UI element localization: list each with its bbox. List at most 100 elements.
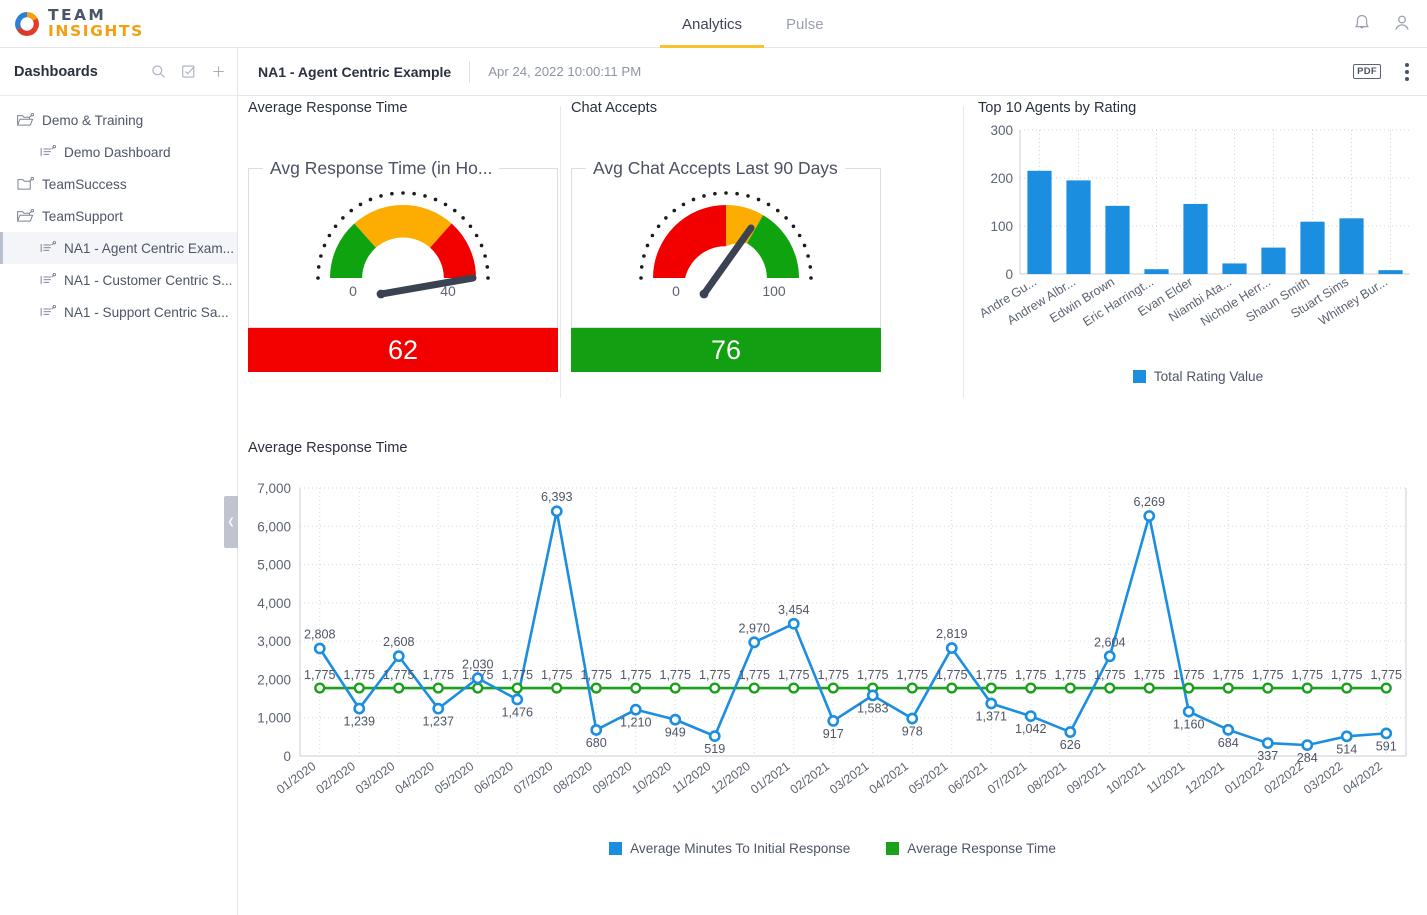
svg-text:03/2020: 03/2020 — [353, 759, 398, 797]
svg-text:6,000: 6,000 — [257, 519, 291, 534]
svg-text:1,775: 1,775 — [1212, 668, 1244, 682]
plus-icon[interactable] — [210, 63, 227, 80]
svg-text:11/2021: 11/2021 — [1144, 759, 1188, 796]
svg-text:1,775: 1,775 — [541, 668, 573, 682]
svg-text:1,775: 1,775 — [936, 668, 968, 682]
svg-text:6,393: 6,393 — [541, 490, 573, 504]
kebab-menu-icon[interactable] — [1399, 59, 1411, 85]
legend-item[interactable]: Average Response Time — [886, 841, 1056, 856]
notification-bell-icon[interactable] — [1351, 12, 1373, 34]
widget-title: Average Response Time — [248, 100, 408, 116]
svg-text:626: 626 — [1060, 738, 1081, 752]
sidebar-item-label: Demo Dashboard — [64, 144, 171, 160]
sidebar-item-teamsupport[interactable]: TeamSupport — [0, 200, 237, 232]
top-bar: TEAM INSIGHTS Analytics Pulse — [0, 0, 1427, 48]
svg-text:04/2022: 04/2022 — [1341, 759, 1386, 797]
svg-text:1,371: 1,371 — [975, 710, 1007, 724]
export-pdf-button[interactable]: PDF — [1353, 64, 1381, 79]
legend-label: Total Rating Value — [1153, 369, 1264, 384]
bar-chart-top-10-agents[interactable]: 0100200300Andre Gu...Andrew Albr...Edwin… — [977, 116, 1418, 366]
svg-text:1,775: 1,775 — [501, 668, 533, 682]
svg-text:1,775: 1,775 — [896, 668, 928, 682]
svg-text:1,775: 1,775 — [1094, 668, 1126, 682]
svg-text:07/2020: 07/2020 — [511, 759, 556, 797]
svg-text:284: 284 — [1297, 751, 1318, 765]
widget-divider — [963, 106, 964, 398]
svg-text:07/2021: 07/2021 — [985, 759, 1030, 797]
sidebar-item-label: NA1 - Customer Centric S... — [64, 272, 233, 288]
line-chart-average-response-time[interactable]: 0 1,000 2,000 3,000 4,000 5,000 6,000 7,000 01/2… — [238, 470, 1418, 830]
collapse-sidebar-chevron-left-icon[interactable] — [224, 496, 238, 548]
svg-text:02/2020: 02/2020 — [314, 759, 359, 797]
svg-text:05/2020: 05/2020 — [432, 759, 477, 797]
svg-text:7,000: 7,000 — [257, 481, 291, 496]
widget-average-response-time: Average Response Time Avg Response Time … — [248, 100, 558, 372]
svg-text:5,000: 5,000 — [257, 558, 291, 573]
svg-text:2,604: 2,604 — [1094, 635, 1126, 649]
sidebar-item-label: Demo & Training — [42, 112, 144, 128]
svg-text:200: 200 — [990, 171, 1013, 186]
svg-text:2,819: 2,819 — [936, 627, 968, 641]
legend-swatch — [609, 842, 623, 855]
sidebar-item-na1-customer-centric[interactable]: NA1 - Customer Centric S... — [0, 264, 237, 296]
user-account-icon[interactable] — [1391, 12, 1413, 34]
svg-text:519: 519 — [704, 742, 725, 756]
dashboard-icon — [40, 273, 56, 284]
checkbox-check-icon[interactable] — [180, 63, 197, 80]
legend-label: Average Response Time — [907, 841, 1056, 856]
svg-text:2,000: 2,000 — [257, 672, 291, 687]
gauge-min-label: 0 — [672, 283, 680, 299]
svg-text:2,808: 2,808 — [304, 627, 336, 641]
svg-text:2,608: 2,608 — [383, 635, 415, 649]
sidebar-item-teamsuccess[interactable]: TeamSuccess — [0, 168, 237, 200]
legend-item[interactable]: Total Rating Value — [1132, 369, 1264, 384]
svg-text:1,775: 1,775 — [817, 668, 849, 682]
svg-text:1,775: 1,775 — [1173, 668, 1205, 682]
brand-logo[interactable]: TEAM INSIGHTS — [0, 5, 238, 40]
sidebar-item-na1-support-centric[interactable]: NA1 - Support Centric Sa... — [0, 296, 237, 328]
svg-text:1,775: 1,775 — [738, 668, 770, 682]
application-root: TEAM INSIGHTS Analytics Pulse Dashboards — [0, 0, 1427, 915]
top-bar-icons — [1351, 12, 1413, 34]
svg-text:10/2021: 10/2021 — [1104, 759, 1149, 797]
svg-text:3,454: 3,454 — [778, 603, 810, 617]
line-chart-legend: Average Minutes To Initial Response Aver… — [238, 841, 1427, 856]
sidebar-item-na1-agent-centric-example[interactable]: NA1 - Agent Centric Exam... — [0, 232, 237, 264]
svg-text:05/2021: 05/2021 — [906, 759, 951, 797]
svg-text:02/2021: 02/2021 — [788, 759, 833, 797]
tab-analytics[interactable]: Analytics — [660, 16, 765, 48]
svg-text:08/2020: 08/2020 — [551, 759, 596, 797]
gauge-min-label: 0 — [349, 283, 357, 299]
divider — [469, 60, 471, 83]
dashboard-icon — [40, 241, 56, 252]
svg-text:1,775: 1,775 — [422, 668, 454, 682]
legend-swatch — [886, 842, 900, 855]
sidebar-item-demo-and-training[interactable]: Demo & Training — [0, 104, 237, 136]
sidebar-item-label: NA1 - Support Centric Sa... — [64, 304, 229, 320]
search-icon[interactable] — [150, 63, 167, 80]
svg-text:11/2020: 11/2020 — [670, 759, 714, 796]
svg-text:680: 680 — [586, 736, 607, 750]
gauge-dial: 0 100 — [639, 191, 813, 299]
gauge-avg-chat-accepts: Avg Chat Accepts Last 90 Days 0 100 76 — [571, 158, 881, 372]
tab-pulse[interactable]: Pulse — [764, 16, 846, 48]
svg-text:917: 917 — [823, 727, 844, 741]
svg-text:04/2021: 04/2021 — [867, 759, 912, 797]
legend-item[interactable]: Average Minutes To Initial Response — [609, 841, 850, 856]
svg-text:1,583: 1,583 — [857, 701, 889, 715]
dashboard-title: NA1 - Agent Centric Example — [258, 63, 452, 80]
svg-text:1,775: 1,775 — [1331, 668, 1363, 682]
svg-text:1,775: 1,775 — [1370, 668, 1402, 682]
svg-text:1,775: 1,775 — [659, 668, 691, 682]
widget-title: Top 10 Agents by Rating — [978, 100, 1137, 116]
dashboard-header-bar: NA1 - Agent Centric Example Apr 24, 2022… — [238, 48, 1427, 96]
dashboard-timestamp: Apr 24, 2022 10:00:11 PM — [488, 64, 642, 79]
sidebar-item-demo-dashboard[interactable]: Demo Dashboard — [0, 136, 237, 168]
top-widget-row: Average Response Time Avg Response Time … — [238, 96, 1427, 408]
gauge-value-banner: 76 — [571, 328, 881, 372]
svg-text:1,775: 1,775 — [1291, 668, 1323, 682]
logo-team-text: TEAM — [48, 5, 107, 24]
svg-text:6,269: 6,269 — [1133, 495, 1165, 509]
gauge-avg-response-time: Avg Response Time (in Ho... 0 40 62 — [248, 158, 558, 372]
bottom-widget-row: Average Response Time 0 1,000 2,000 3,000 4,… — [238, 440, 1427, 856]
